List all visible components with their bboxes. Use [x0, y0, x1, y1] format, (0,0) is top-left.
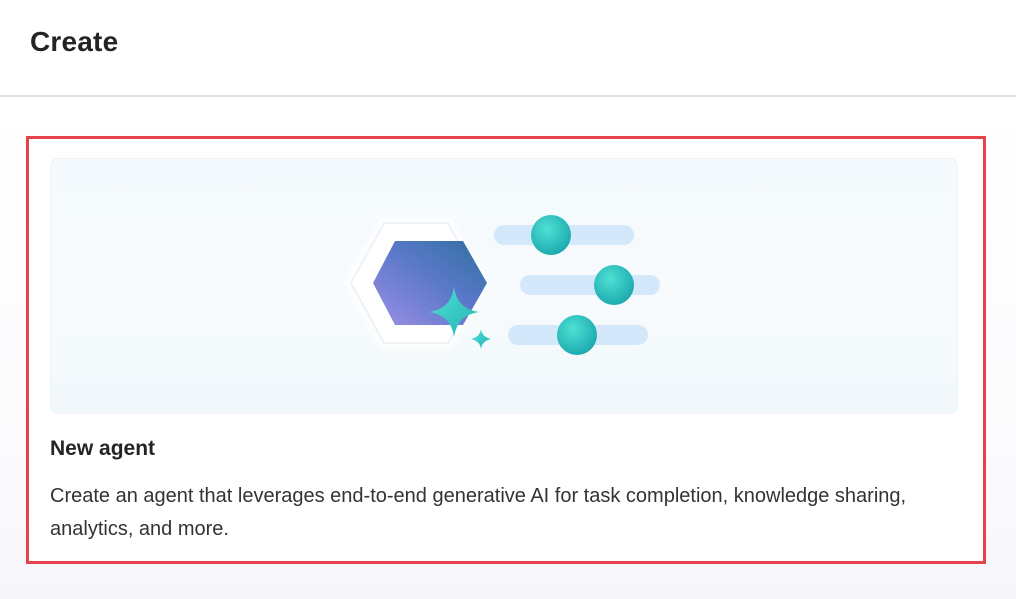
- page-title: Create: [30, 26, 119, 57]
- new-agent-card-image[interactable]: [50, 158, 958, 414]
- page-header: Create: [0, 0, 1016, 97]
- card-description: Create an agent that leverages end-to-en…: [50, 485, 907, 540]
- agent-sliders-illustration: [345, 215, 660, 355]
- slider-track-2: [520, 275, 660, 295]
- card-title[interactable]: New agent: [50, 437, 155, 461]
- slider-knob-1: [531, 215, 571, 255]
- slider-knob-3: [557, 315, 597, 355]
- small-sparkle-icon: [471, 329, 491, 349]
- slider-knob-2: [594, 265, 634, 305]
